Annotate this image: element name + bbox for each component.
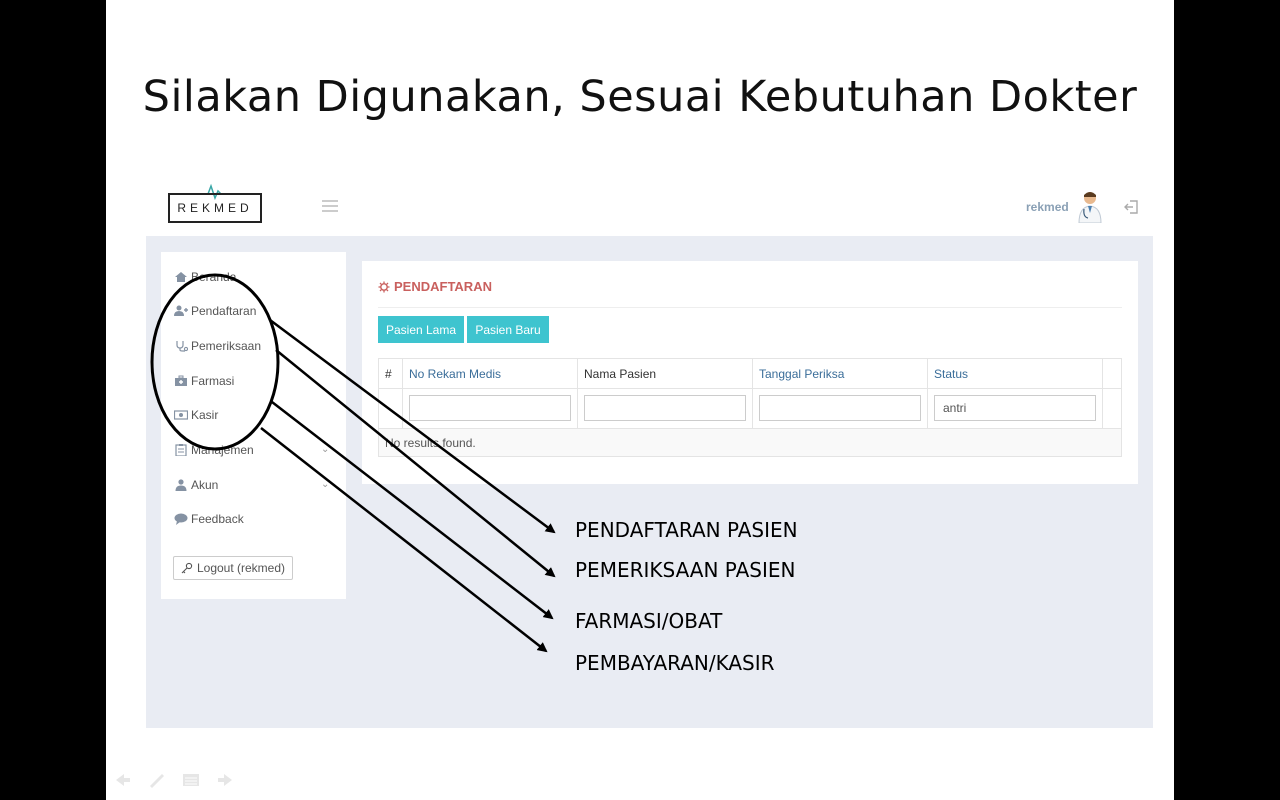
sidebar-item-feedback[interactable]: Feedback xyxy=(174,510,244,528)
sidebar-item-label: Pendaftaran xyxy=(191,304,257,318)
filter-cell xyxy=(379,389,403,429)
pasien-lama-button[interactable]: Pasien Lama xyxy=(378,316,464,343)
user-icon xyxy=(175,479,187,491)
callout-kasir: PEMBAYARAN/KASIR xyxy=(575,651,775,675)
filter-cell xyxy=(753,389,928,429)
divider xyxy=(378,307,1122,308)
sidebar-item-label: Manajemen xyxy=(191,443,254,457)
pen-icon[interactable] xyxy=(148,772,166,788)
sidebar-item-label: Pemeriksaan xyxy=(191,339,262,353)
sidebar-item-kasir[interactable]: Kasir xyxy=(174,406,218,424)
sidebar-item-label: Farmasi xyxy=(191,374,235,388)
sidebar-item-manajemen[interactable]: Manajemen xyxy=(174,441,254,459)
slide-title: Silakan Digunakan, Sesuai Kebutuhan Dokt… xyxy=(142,72,1138,122)
user-add-icon xyxy=(174,305,188,316)
chevron-down-icon[interactable]: ⌄ xyxy=(321,444,329,455)
sidebar-item-pemeriksaan[interactable]: Pemeriksaan xyxy=(174,337,261,355)
comment-icon xyxy=(174,513,188,525)
column-header-tanggal-periksa[interactable]: Tanggal Periksa xyxy=(753,359,928,388)
sidebar-item-label: Feedback xyxy=(191,512,244,526)
menu-toggle-icon[interactable] xyxy=(322,200,338,212)
chevron-down-icon[interactable]: ⌄ xyxy=(321,479,329,490)
status-filter-input[interactable] xyxy=(934,395,1096,421)
sidebar-item-farmasi[interactable]: Farmasi xyxy=(174,372,234,390)
nama-pasien-filter-input[interactable] xyxy=(584,395,746,421)
user-name[interactable]: rekmed xyxy=(1026,200,1069,214)
pendaftaran-grid: # No Rekam Medis Nama Pasien Tanggal Per… xyxy=(378,358,1122,457)
filter-row xyxy=(379,388,1121,429)
empty-message: No results found. xyxy=(379,428,1121,456)
key-icon xyxy=(181,562,193,574)
stethoscope-icon xyxy=(176,341,188,352)
sidebar-item-label: Akun xyxy=(191,478,219,492)
column-header-nama-pasien: Nama Pasien xyxy=(578,359,753,388)
filter-cell xyxy=(928,389,1103,429)
pasien-baru-button[interactable]: Pasien Baru xyxy=(467,316,549,343)
panel-title-text: PENDAFTARAN xyxy=(394,279,492,294)
sidebar-item-label: Kasir xyxy=(191,408,219,422)
clipboard-icon xyxy=(175,444,187,456)
gear-icon xyxy=(378,281,390,292)
sidebar-item-label: Beranda xyxy=(191,270,237,284)
logout-button[interactable]: Logout (rekmed) xyxy=(173,556,293,580)
sidebar-item-pendaftaran[interactable]: Pendaftaran xyxy=(174,302,256,320)
column-header-status[interactable]: Status xyxy=(928,359,1103,388)
previous-slide-icon[interactable] xyxy=(114,772,132,788)
money-icon xyxy=(174,410,188,420)
panel-title: PENDAFTARAN xyxy=(378,279,492,294)
column-header-no-rekam-medis[interactable]: No Rekam Medis xyxy=(403,359,578,388)
home-icon xyxy=(175,272,187,282)
filter-cell xyxy=(578,389,753,429)
next-slide-icon[interactable] xyxy=(216,772,234,788)
callout-pemeriksaan: PEMERIKSAAN PASIEN xyxy=(575,558,796,582)
callout-pendaftaran: PENDAFTARAN PASIEN xyxy=(575,518,798,542)
pendaftaran-panel: PENDAFTARAN Pasien Lama Pasien Baru # No… xyxy=(362,261,1138,484)
logout-button-label: Logout (rekmed) xyxy=(196,561,286,575)
medkit-icon xyxy=(175,375,187,386)
sidebar-item-beranda[interactable]: Beranda xyxy=(174,268,236,286)
callout-farmasi: FARMASI/OBAT xyxy=(575,609,723,633)
column-header-number: # xyxy=(379,359,403,388)
tanggal-periksa-filter-input[interactable] xyxy=(759,395,921,421)
app-logo[interactable]: REKMED xyxy=(168,193,262,223)
menu-icon[interactable] xyxy=(182,772,200,788)
sidebar-item-akun[interactable]: Akun xyxy=(174,476,218,494)
no-rekam-medis-filter-input[interactable] xyxy=(409,395,571,421)
slide: Silakan Digunakan, Sesuai Kebutuhan Dokt… xyxy=(106,0,1174,800)
doctor-avatar-icon[interactable] xyxy=(1076,189,1104,223)
logout-icon[interactable] xyxy=(1123,199,1139,215)
sidebar: Beranda Pendaftaran Pemeriksaan Farmasi … xyxy=(161,252,346,599)
filter-cell xyxy=(403,389,578,429)
